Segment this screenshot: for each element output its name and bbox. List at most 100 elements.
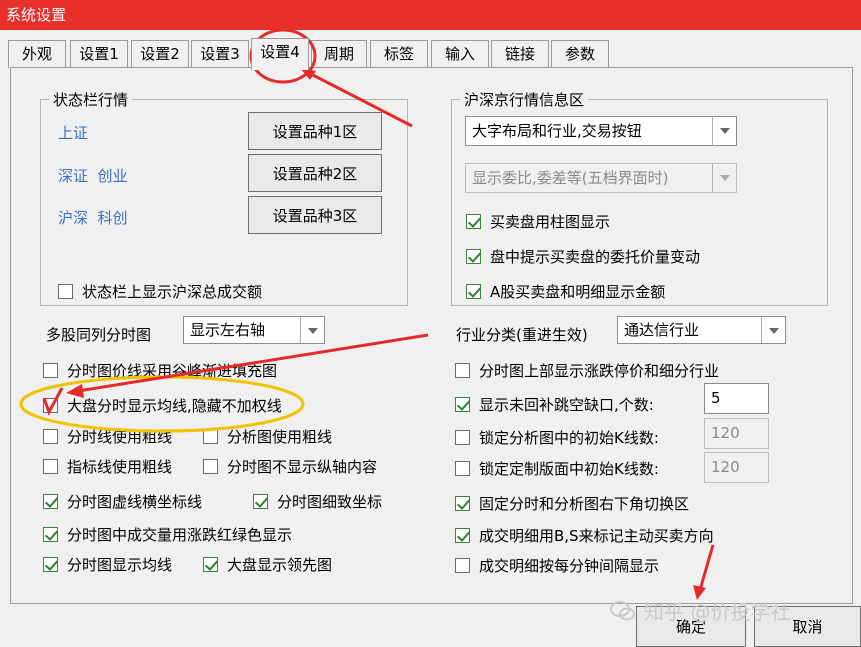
- checkbox-label: 锁定定制版面中初始K线数:: [479, 460, 659, 478]
- checkbox-box[interactable]: [203, 557, 218, 572]
- bs-mark-checkbox[interactable]: 成交明细用B,S来标记主动买卖方向: [455, 525, 714, 546]
- tab-period[interactable]: 周期: [311, 40, 367, 68]
- minute-interval-checkbox[interactable]: 成交明细按每分钟间隔显示: [455, 555, 659, 576]
- checkbox-box[interactable]: [455, 461, 470, 476]
- dashed-gridline-checkbox[interactable]: 分时图虚线横坐标线: [43, 491, 202, 512]
- tab-bar: 外观 设置1 设置2 设置3 设置4 周期 标签 输入 链接 参数: [0, 38, 861, 70]
- checkbox-label: 分时图价线采用谷峰渐进填充图: [67, 362, 278, 380]
- gap-count-checkbox[interactable]: 显示未回补跳空缺口,个数:: [455, 394, 654, 415]
- window-title: 系统设置: [6, 6, 67, 24]
- checkbox-label: 成交明细用B,S来标记主动买卖方向: [479, 527, 714, 545]
- tab-params[interactable]: 参数: [551, 40, 609, 68]
- volume-red-green-checkbox[interactable]: 分时图中成交量用涨跌红绿色显示: [43, 524, 292, 545]
- intraday-thick-line-checkbox[interactable]: 分时线使用粗线: [43, 426, 172, 447]
- checkbox-box[interactable]: [43, 459, 58, 474]
- checkbox-box[interactable]: [466, 214, 481, 229]
- checkbox-label: 分时图虚线横坐标线: [67, 493, 203, 511]
- status-row3-label: 沪深 科创: [58, 209, 128, 227]
- hide-vertical-axis-checkbox[interactable]: 分时图不显示纵轴内容: [203, 456, 377, 477]
- checkbox-box[interactable]: [466, 249, 481, 264]
- checkbox-box[interactable]: [253, 494, 268, 509]
- status-row1-label: 上证: [58, 124, 89, 142]
- show-amount-checkbox[interactable]: A股买卖盘和明细显示金额: [466, 281, 665, 302]
- tab-settings2[interactable]: 设置2: [131, 40, 189, 68]
- chevron-down-icon[interactable]: [712, 164, 736, 192]
- tab-settings4[interactable]: 设置4: [251, 38, 309, 70]
- lock-analysis-kline-checkbox[interactable]: 锁定分析图中的初始K线数:: [455, 427, 659, 448]
- multi-stock-axis-select-value: 显示左右轴: [190, 321, 266, 339]
- checkbox-box[interactable]: [58, 284, 73, 299]
- analysis-kline-count-input[interactable]: 120: [704, 418, 769, 449]
- checkbox-label: 分时图上部显示涨跌停价和细分行业: [479, 362, 720, 380]
- window-titlebar: 系统设置: [0, 0, 861, 30]
- industry-select[interactable]: 通达信行业: [617, 316, 786, 344]
- tab-settings1[interactable]: 设置1: [70, 40, 128, 68]
- watermark: 知乎 @价投学社: [610, 596, 790, 625]
- checkbox-box[interactable]: [43, 557, 58, 572]
- gap-count-input[interactable]: 5: [704, 383, 769, 414]
- tab-links[interactable]: 链接: [491, 40, 549, 68]
- checkbox-label: 分析图使用粗线: [227, 428, 333, 446]
- checkbox-label: 盘中提示买卖盘的委托价量变动: [490, 248, 701, 266]
- checkbox-label: 固定分时和分析图右下角切换区: [479, 495, 690, 513]
- checkbox-box[interactable]: [43, 429, 58, 444]
- checkbox-label: 大盘分时显示均线,隐藏不加权线: [67, 397, 282, 415]
- status-row2-label: 深证 创业: [58, 167, 128, 185]
- status-bar-group-title: 状态栏行情: [49, 89, 133, 110]
- checkbox-label: 锁定分析图中的初始K线数:: [479, 429, 659, 447]
- hs-order-ratio-select[interactable]: 显示委比,委差等(五档界面时): [465, 163, 737, 193]
- checkbox-box[interactable]: [455, 496, 470, 511]
- chevron-down-icon[interactable]: [300, 317, 324, 343]
- set-zone3-button[interactable]: 设置品种3区: [248, 196, 382, 234]
- checkbox-box[interactable]: [203, 459, 218, 474]
- hs-order-ratio-select-value: 显示委比,委差等(五档界面时): [472, 169, 669, 187]
- checkbox-label: 成交明细按每分钟间隔显示: [479, 557, 660, 575]
- set-zone1-button[interactable]: 设置品种1区: [248, 112, 382, 150]
- checkbox-box[interactable]: [43, 363, 58, 378]
- peak-valley-fill-checkbox[interactable]: 分时图价线采用谷峰渐进填充图: [43, 360, 277, 381]
- chevron-down-icon[interactable]: [712, 117, 736, 145]
- tab-labels[interactable]: 标签: [370, 40, 428, 68]
- checkbox-box[interactable]: [455, 397, 470, 412]
- checkbox-box[interactable]: [43, 494, 58, 509]
- checkbox-label: A股买卖盘和明细显示金额: [490, 283, 666, 301]
- watermark-text: 知乎 @价投学社: [644, 600, 791, 624]
- checkbox-box[interactable]: [455, 430, 470, 445]
- hs-layout-select[interactable]: 大字布局和行业,交易按钮: [465, 116, 737, 146]
- multi-stock-axis-select[interactable]: 显示左右轴: [183, 316, 325, 344]
- set-zone2-button[interactable]: 设置品种2区: [248, 154, 382, 192]
- tab-appearance[interactable]: 外观: [8, 40, 66, 68]
- wechat-icon: [610, 600, 635, 620]
- index-average-line-checkbox[interactable]: 大盘分时显示均线,隐藏不加权线: [43, 395, 282, 416]
- checkbox-label: 分时图细致坐标: [277, 493, 383, 511]
- lock-custom-kline-checkbox[interactable]: 锁定定制版面中初始K线数:: [455, 458, 659, 479]
- custom-kline-count-input[interactable]: 120: [704, 452, 769, 483]
- checkbox-box[interactable]: [455, 363, 470, 378]
- checkbox-label: 分时线使用粗线: [67, 428, 173, 446]
- show-average-line-checkbox[interactable]: 分时图显示均线: [43, 554, 172, 575]
- indicator-thick-line-checkbox[interactable]: 指标线使用粗线: [43, 456, 172, 477]
- fine-coordinates-checkbox[interactable]: 分时图细致坐标: [253, 491, 382, 512]
- tab-settings3[interactable]: 设置3: [191, 40, 249, 68]
- checkbox-box[interactable]: [203, 429, 218, 444]
- hs-layout-select-value: 大字布局和行业,交易按钮: [472, 122, 642, 140]
- multi-stock-label: 多股同列分时图: [46, 326, 152, 344]
- chevron-down-icon[interactable]: [761, 317, 785, 343]
- checkbox-box[interactable]: [466, 284, 481, 299]
- tab-input[interactable]: 输入: [431, 40, 489, 68]
- industry-select-value: 通达信行业: [624, 321, 700, 339]
- checkbox-box[interactable]: [455, 528, 470, 543]
- order-change-alert-checkbox[interactable]: 盘中提示买卖盘的委托价量变动: [466, 246, 700, 267]
- checkbox-box[interactable]: [455, 558, 470, 573]
- checkbox-label: 分时图不显示纵轴内容: [227, 458, 378, 476]
- leading-chart-checkbox[interactable]: 大盘显示领先图: [203, 554, 332, 575]
- limit-price-industry-checkbox[interactable]: 分时图上部显示涨跌停价和细分行业: [455, 360, 719, 381]
- checkbox-box[interactable]: [43, 398, 58, 413]
- fixed-switch-area-checkbox[interactable]: 固定分时和分析图右下角切换区: [455, 493, 689, 514]
- checkbox-label: 大盘显示领先图: [227, 556, 333, 574]
- checkbox-box[interactable]: [43, 527, 58, 542]
- status-bar-total-volume-checkbox[interactable]: 状态栏上显示沪深总成交额: [58, 281, 262, 302]
- bar-chart-orders-checkbox[interactable]: 买卖盘用柱图显示: [466, 211, 610, 232]
- analysis-thick-line-checkbox[interactable]: 分析图使用粗线: [203, 426, 332, 447]
- checkbox-label: 分时图中成交量用涨跌红绿色显示: [67, 526, 293, 544]
